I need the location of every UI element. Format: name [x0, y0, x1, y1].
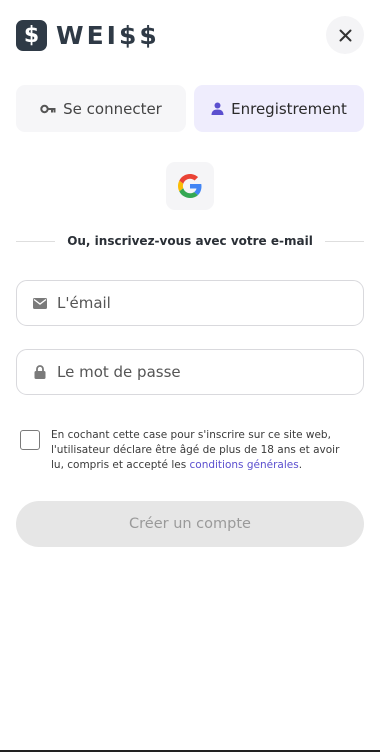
divider-line-left	[16, 240, 56, 242]
password-input[interactable]	[57, 350, 363, 394]
user-icon	[211, 102, 224, 115]
google-signin-button[interactable]	[166, 162, 214, 210]
tab-login-label: Se connecter	[63, 99, 162, 118]
header: $ WEI$$	[16, 16, 364, 56]
terms-checkbox[interactable]	[20, 430, 40, 450]
divider-text: Ou, inscrivez-vous avec votre e-mail	[67, 234, 313, 248]
logo-text: WEI$$	[56, 21, 160, 50]
email-field[interactable]	[16, 280, 364, 326]
tab-register-label: Enregistrement	[231, 99, 347, 118]
logo-mark: $	[16, 20, 47, 51]
key-icon	[40, 104, 56, 114]
password-field[interactable]	[16, 349, 364, 395]
create-account-button[interactable]: Créer un compte	[16, 501, 364, 547]
terms-text-suffix: .	[298, 459, 303, 471]
brand-logo[interactable]: $ WEI$$	[16, 20, 160, 51]
tab-login[interactable]: Se connecter	[16, 85, 186, 132]
close-button[interactable]	[326, 16, 364, 54]
terms-link[interactable]: conditions générales	[190, 459, 299, 471]
email-input[interactable]	[57, 281, 363, 325]
tab-register[interactable]: Enregistrement	[194, 85, 364, 132]
divider-line-right	[324, 240, 364, 242]
envelope-icon	[33, 297, 47, 309]
google-icon	[178, 174, 202, 198]
terms-consent: En cochant cette case pour s'inscrire su…	[20, 428, 364, 473]
close-icon	[339, 29, 352, 42]
terms-text: En cochant cette case pour s'inscrire su…	[51, 428, 351, 473]
auth-tabs: Se connecter Enregistrement	[16, 85, 364, 132]
or-divider: Ou, inscrivez-vous avec votre e-mail	[16, 230, 364, 252]
lock-icon	[33, 365, 47, 379]
